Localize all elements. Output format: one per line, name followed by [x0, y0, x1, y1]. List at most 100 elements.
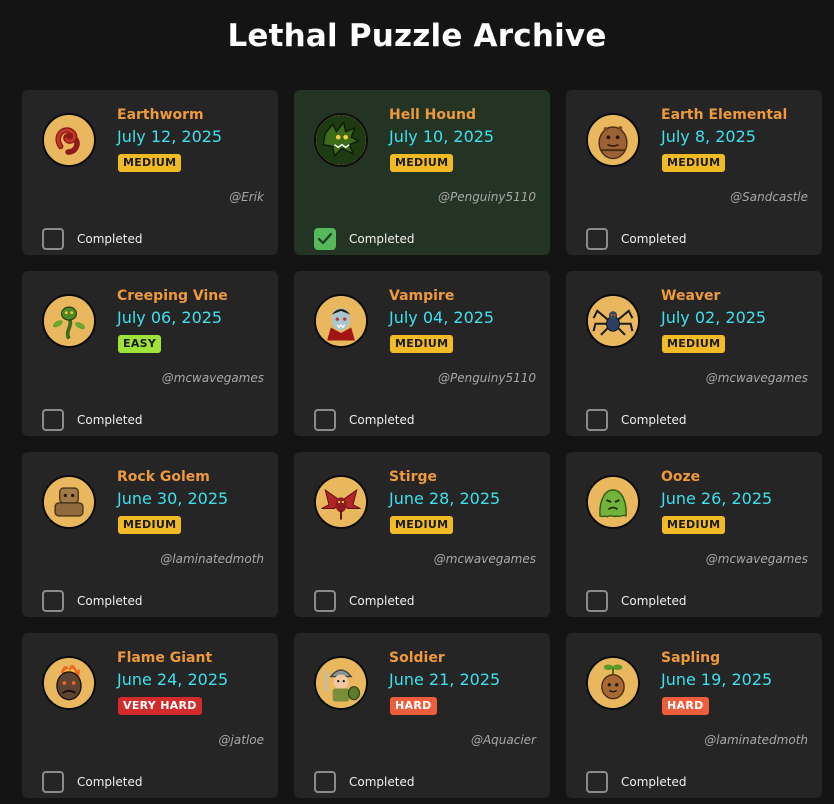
completed-checkbox[interactable]: [42, 771, 64, 793]
difficulty-badge: MEDIUM: [390, 335, 454, 353]
completed-label: Completed: [77, 775, 143, 789]
difficulty-badge: MEDIUM: [662, 516, 726, 534]
earth-elemental-icon: [586, 113, 640, 167]
completed-toggle[interactable]: Completed: [314, 228, 414, 250]
difficulty-badge: MEDIUM: [118, 154, 182, 172]
puzzle-card[interactable]: Sapling June 19, 2025 HARD @laminatedmoth Co…: [566, 633, 822, 798]
puzzle-name[interactable]: Flame Giant: [117, 650, 212, 666]
sapling-icon: [586, 656, 640, 710]
soldier-icon: [314, 656, 368, 710]
puzzle-name[interactable]: Earth Elemental: [661, 107, 787, 123]
puzzle-card[interactable]: Flame Giant June 24, 2025 VERY HARD @jatloe…: [22, 633, 278, 798]
puzzle-date: June 28, 2025: [389, 489, 501, 508]
completed-toggle[interactable]: Completed: [314, 771, 414, 793]
completed-checkbox[interactable]: [586, 228, 608, 250]
flame-giant-icon: [42, 656, 96, 710]
puzzle-date: July 04, 2025: [389, 308, 495, 327]
author-name: @laminatedmoth: [704, 733, 808, 747]
puzzle-card[interactable]: Ooze June 26, 2025 MEDIUM @mcwavegames Compl…: [566, 452, 822, 617]
completed-checkbox[interactable]: [42, 228, 64, 250]
puzzle-name[interactable]: Rock Golem: [117, 469, 210, 485]
completed-toggle[interactable]: Completed: [586, 771, 686, 793]
completed-label: Completed: [77, 232, 143, 246]
author-name: @Sandcastle: [730, 190, 808, 204]
rock-golem-icon: [42, 475, 96, 529]
puzzle-grid: Earthworm July 12, 2025 MEDIUM @Erik Complet…: [22, 90, 822, 798]
author-name: @laminatedmoth: [160, 552, 264, 566]
difficulty-badge: HARD: [662, 697, 709, 715]
difficulty-badge: MEDIUM: [662, 335, 726, 353]
puzzle-date: July 06, 2025: [117, 308, 223, 327]
completed-label: Completed: [349, 775, 415, 789]
puzzle-card[interactable]: Stirge June 28, 2025 MEDIUM @mcwavegames Com…: [294, 452, 550, 617]
difficulty-badge: HARD: [390, 697, 437, 715]
completed-toggle[interactable]: Completed: [42, 228, 142, 250]
author-name: @Penguiny5110: [437, 190, 536, 204]
puzzle-date: July 8, 2025: [661, 127, 756, 146]
puzzle-name[interactable]: Vampire: [389, 288, 454, 304]
difficulty-badge: MEDIUM: [118, 516, 182, 534]
puzzle-date: July 12, 2025: [117, 127, 223, 146]
completed-toggle[interactable]: Completed: [586, 590, 686, 612]
completed-toggle[interactable]: Completed: [42, 771, 142, 793]
puzzle-name[interactable]: Soldier: [389, 650, 445, 666]
difficulty-badge: EASY: [118, 335, 162, 353]
puzzle-name[interactable]: Stirge: [389, 469, 437, 485]
earthworm-icon: [42, 113, 96, 167]
spider-icon: [586, 294, 640, 348]
author-name: @jatloe: [218, 733, 264, 747]
puzzle-card[interactable]: Vampire July 04, 2025 MEDIUM @Penguiny5110 C…: [294, 271, 550, 436]
completed-checkbox[interactable]: [314, 771, 336, 793]
puzzle-date: June 30, 2025: [117, 489, 229, 508]
completed-label: Completed: [349, 594, 415, 608]
author-name: @mcwavegames: [161, 371, 264, 385]
completed-checkbox[interactable]: [42, 409, 64, 431]
completed-label: Completed: [621, 232, 687, 246]
puzzle-name[interactable]: Earthworm: [117, 107, 204, 123]
completed-checkbox[interactable]: [314, 228, 336, 250]
completed-checkbox[interactable]: [314, 409, 336, 431]
hell-hound-icon: [314, 113, 368, 167]
completed-checkbox[interactable]: [586, 771, 608, 793]
completed-label: Completed: [349, 232, 415, 246]
completed-label: Completed: [621, 594, 687, 608]
difficulty-badge: MEDIUM: [390, 516, 454, 534]
completed-checkbox[interactable]: [42, 590, 64, 612]
puzzle-card[interactable]: Rock Golem June 30, 2025 MEDIUM @laminatedm…: [22, 452, 278, 617]
puzzle-date: July 02, 2025: [661, 308, 767, 327]
difficulty-badge: MEDIUM: [662, 154, 726, 172]
vampire-icon: [314, 294, 368, 348]
puzzle-date: June 26, 2025: [661, 489, 773, 508]
author-name: @Penguiny5110: [437, 371, 536, 385]
completed-toggle[interactable]: Completed: [586, 409, 686, 431]
author-name: @mcwavegames: [705, 371, 808, 385]
puzzle-card[interactable]: Earth Elemental July 8, 2025 MEDIUM @Sandca…: [566, 90, 822, 255]
puzzle-date: June 24, 2025: [117, 670, 229, 689]
completed-label: Completed: [621, 413, 687, 427]
puzzle-name[interactable]: Weaver: [661, 288, 720, 304]
puzzle-card[interactable]: Creeping Vine July 06, 2025 EASY @mcwavegam…: [22, 271, 278, 436]
puzzle-name[interactable]: Sapling: [661, 650, 720, 666]
puzzle-date: June 21, 2025: [389, 670, 501, 689]
puzzle-name[interactable]: Ooze: [661, 469, 700, 485]
puzzle-card[interactable]: Earthworm July 12, 2025 MEDIUM @Erik Complet…: [22, 90, 278, 255]
puzzle-card[interactable]: Hell Hound July 10, 2025 MEDIUM @Penguiny51…: [294, 90, 550, 255]
completed-toggle[interactable]: Completed: [314, 590, 414, 612]
puzzle-date: June 19, 2025: [661, 670, 773, 689]
puzzle-name[interactable]: Creeping Vine: [117, 288, 228, 304]
completed-checkbox[interactable]: [586, 590, 608, 612]
completed-toggle[interactable]: Completed: [42, 590, 142, 612]
creeping-vine-icon: [42, 294, 96, 348]
completed-checkbox[interactable]: [314, 590, 336, 612]
completed-label: Completed: [349, 413, 415, 427]
completed-checkbox[interactable]: [586, 409, 608, 431]
puzzle-name[interactable]: Hell Hound: [389, 107, 476, 123]
checkmark-icon: [317, 232, 333, 245]
author-name: @mcwavegames: [433, 552, 536, 566]
puzzle-card[interactable]: Soldier June 21, 2025 HARD @Aquacier Complet…: [294, 633, 550, 798]
completed-toggle[interactable]: Completed: [314, 409, 414, 431]
completed-toggle[interactable]: Completed: [586, 228, 686, 250]
completed-toggle[interactable]: Completed: [42, 409, 142, 431]
completed-label: Completed: [77, 594, 143, 608]
puzzle-card[interactable]: Weaver July 02, 2025 MEDIUM @mcwavegames Com…: [566, 271, 822, 436]
